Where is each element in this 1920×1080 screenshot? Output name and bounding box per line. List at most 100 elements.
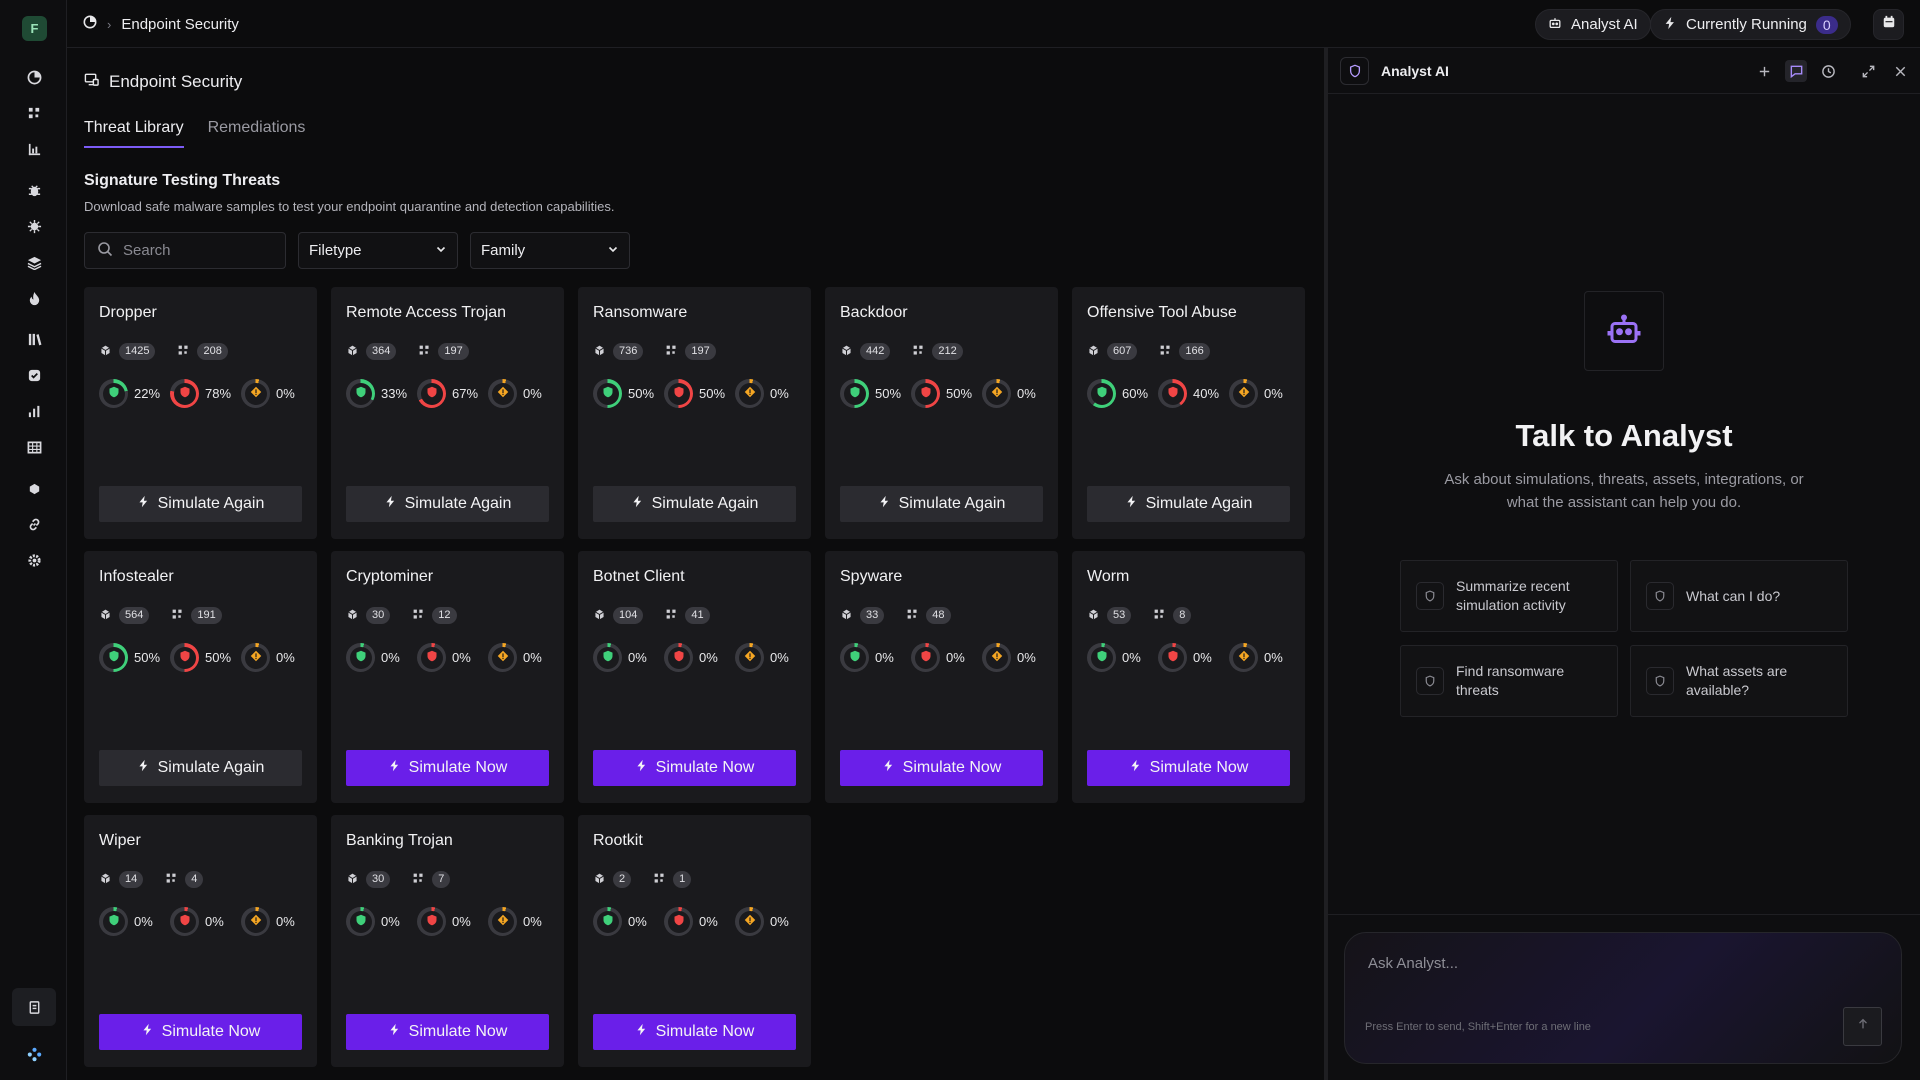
threat-card[interactable]: Backdoor 442 212 50% 50% 0% Simulate Again: [825, 287, 1058, 539]
virus-icon[interactable]: [24, 216, 44, 236]
detected-ring: [99, 907, 128, 936]
variants-count: 191: [191, 607, 222, 624]
threat-results: 50% 50% 0%: [99, 643, 312, 672]
variants-icon: [653, 872, 666, 888]
threat-card[interactable]: Dropper 1425 208 22% 78% 0% Simulate Again: [84, 287, 317, 539]
threat-card[interactable]: Remote Access Trojan 364 197 33% 67% 0% Simula…: [331, 287, 564, 539]
warning-percent: 0%: [523, 914, 542, 929]
bolt-icon: [137, 759, 150, 777]
section-subtitle: Download safe malware samples to test yo…: [84, 199, 615, 214]
bolt-icon: [631, 495, 644, 513]
library-icon[interactable]: [24, 329, 44, 349]
suggestion-card[interactable]: Summarize recent simulation activity: [1400, 560, 1618, 632]
family-select[interactable]: Family: [470, 232, 630, 269]
warning-ring: [735, 907, 764, 936]
failed-percent: 78%: [205, 386, 232, 401]
org-avatar[interactable]: F: [22, 16, 47, 41]
threat-card[interactable]: Ransomware 736 197 50% 50% 0% Simulate Again: [578, 287, 811, 539]
failed-percent: 0%: [205, 914, 224, 929]
threat-stats: 104 41: [593, 607, 710, 624]
analyst-ai-button[interactable]: Analyst AI: [1535, 9, 1651, 40]
threat-name: Ransomware: [593, 304, 688, 321]
detected-ring: [593, 379, 622, 408]
network-icon[interactable]: [24, 1044, 44, 1064]
threat-card[interactable]: Spyware 33 48 0% 0% 0% Simulate Now: [825, 551, 1058, 803]
simulate-button[interactable]: Simulate Now: [593, 750, 796, 786]
dashboard-icon[interactable]: [24, 67, 44, 87]
threat-stats: 1425 208: [99, 343, 228, 360]
simulate-button[interactable]: Simulate Again: [1087, 486, 1290, 522]
samples-count: 1425: [119, 343, 156, 360]
chat-icon[interactable]: [1785, 60, 1807, 82]
detected-percent: 50%: [875, 386, 902, 401]
home-icon[interactable]: [83, 15, 97, 33]
suggestion-card[interactable]: What can I do?: [1630, 560, 1848, 632]
flame-icon[interactable]: [24, 288, 44, 308]
detected-percent: 0%: [134, 914, 153, 929]
table-icon[interactable]: [24, 437, 44, 457]
simulate-button[interactable]: Simulate Now: [593, 1014, 796, 1050]
warning-percent: 0%: [1017, 386, 1036, 401]
detected-percent: 0%: [381, 650, 400, 665]
cloud-icon[interactable]: [24, 478, 44, 498]
samples-icon: [840, 608, 853, 624]
search-input[interactable]: Search: [84, 232, 286, 269]
shield-check-icon[interactable]: [24, 365, 44, 385]
threat-stats: 30 12: [346, 607, 457, 624]
suggestion-label: What can I do?: [1686, 587, 1781, 604]
variants-icon: [912, 344, 925, 360]
search-placeholder: Search: [123, 242, 171, 259]
layers-icon[interactable]: [24, 252, 44, 272]
simulate-button[interactable]: Simulate Now: [99, 1014, 302, 1050]
simulate-button[interactable]: Simulate Again: [99, 486, 302, 522]
detected-percent: 0%: [1122, 650, 1141, 665]
bug-icon[interactable]: [24, 180, 44, 200]
link-icon[interactable]: [24, 514, 44, 534]
threat-card[interactable]: Botnet Client 104 41 0% 0% 0% Simulate Now: [578, 551, 811, 803]
tab-threat-library[interactable]: Threat Library: [84, 119, 184, 148]
tab-remediations[interactable]: Remediations: [208, 119, 306, 148]
threat-card[interactable]: Worm 53 8 0% 0% 0% Simulate Now: [1072, 551, 1305, 803]
warning-icon: [991, 386, 1003, 401]
threat-card[interactable]: Wiper 14 4 0% 0% 0% Simulate Now: [84, 815, 317, 1067]
filetype-select[interactable]: Filetype: [298, 232, 458, 269]
simulate-button[interactable]: Simulate Now: [346, 750, 549, 786]
settings-icon[interactable]: [24, 550, 44, 570]
currently-running-button[interactable]: Currently Running 0: [1650, 9, 1851, 40]
simulate-button[interactable]: Simulate Again: [840, 486, 1043, 522]
samples-icon: [99, 344, 112, 360]
send-button[interactable]: [1843, 1007, 1882, 1046]
suggestion-card[interactable]: What assets are available?: [1630, 645, 1848, 717]
warning-ring: [735, 379, 764, 408]
bar-chart-icon[interactable]: [24, 139, 44, 159]
simulate-button[interactable]: Simulate Now: [840, 750, 1043, 786]
warning-percent: 0%: [523, 386, 542, 401]
failed-ring: [170, 379, 199, 408]
plus-icon[interactable]: [1753, 60, 1775, 82]
breadcrumb-current[interactable]: Endpoint Security: [121, 16, 239, 33]
close-icon[interactable]: [1889, 60, 1911, 82]
expand-icon[interactable]: [1857, 60, 1879, 82]
grid-dots-icon[interactable]: [24, 103, 44, 123]
history-icon[interactable]: [1817, 60, 1839, 82]
threat-card[interactable]: Rootkit 2 1 0% 0% 0% Simulate Now: [578, 815, 811, 1067]
threat-card[interactable]: Infostealer 564 191 50% 50% 0% Simulate Again: [84, 551, 317, 803]
simulate-button[interactable]: Simulate Now: [346, 1014, 549, 1050]
analytics-icon[interactable]: [24, 401, 44, 421]
variants-icon: [412, 872, 425, 888]
ask-analyst-input[interactable]: Ask Analyst... Press Enter to send, Shif…: [1344, 932, 1902, 1064]
shield-x-icon: [179, 386, 191, 401]
simulate-button[interactable]: Simulate Now: [1087, 750, 1290, 786]
threat-card[interactable]: Offensive Tool Abuse 607 166 60% 40% 0% Simula…: [1072, 287, 1305, 539]
simulate-button[interactable]: Simulate Again: [593, 486, 796, 522]
document-icon[interactable]: [12, 988, 56, 1026]
threat-card[interactable]: Banking Trojan 30 7 0% 0% 0% Simulate Now: [331, 815, 564, 1067]
suggestion-card[interactable]: Find ransomware threats: [1400, 645, 1618, 717]
calendar-button[interactable]: [1873, 9, 1904, 40]
threat-card[interactable]: Cryptominer 30 12 0% 0% 0% Simulate Now: [331, 551, 564, 803]
warning-ring: [1229, 643, 1258, 672]
simulate-button-label: Simulate Now: [655, 759, 755, 776]
simulate-button[interactable]: Simulate Again: [346, 486, 549, 522]
failed-ring: [170, 907, 199, 936]
simulate-button[interactable]: Simulate Again: [99, 750, 302, 786]
